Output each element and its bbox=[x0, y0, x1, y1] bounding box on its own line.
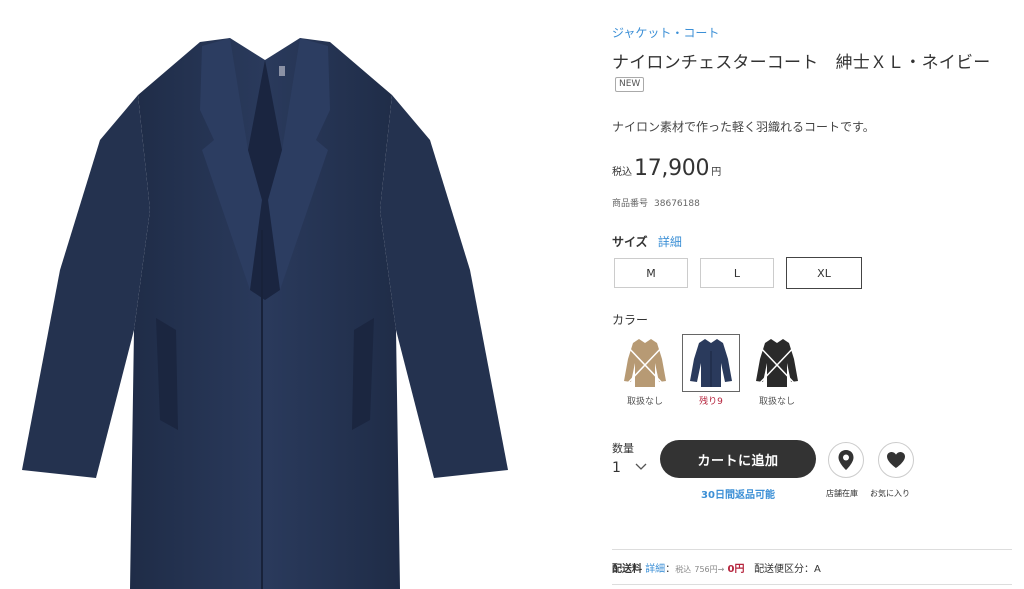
product-code-label: 商品番号 bbox=[612, 199, 649, 209]
color-option-navy[interactable]: 残り9 bbox=[682, 334, 740, 407]
swatch-frame-selected bbox=[682, 334, 740, 392]
product-image bbox=[0, 0, 540, 589]
size-option-m[interactable]: M bbox=[614, 258, 688, 288]
quantity-value: 1 bbox=[612, 460, 621, 476]
coat-thumbnail-beige bbox=[624, 339, 666, 387]
product-title: ナイロンチェスターコート 紳士ＸＬ・ネイビー bbox=[612, 53, 991, 73]
size-option-xl[interactable]: XL bbox=[786, 257, 862, 289]
favorite-button[interactable] bbox=[878, 442, 914, 478]
quantity-select[interactable]: 1 bbox=[612, 457, 652, 479]
shipping-original-price: 756円→ bbox=[694, 565, 725, 574]
product-description: ナイロン素材で作った軽く羽織れるコートです。 bbox=[612, 120, 875, 134]
color-option-beige[interactable]: 取扱なし bbox=[616, 334, 674, 407]
swatch-frame bbox=[748, 334, 806, 392]
currency-label: 円 bbox=[711, 167, 722, 178]
product-code-value: 38676188 bbox=[654, 199, 700, 209]
store-stock-label: 店舗在庫 bbox=[826, 489, 858, 498]
size-label: サイズ bbox=[612, 235, 648, 249]
coat-thumbnail-black bbox=[756, 339, 798, 387]
size-option-l[interactable]: L bbox=[700, 258, 774, 288]
product-info-panel: ジャケット・コート ナイロンチェスターコート 紳士ＸＬ・ネイビー NEW ナイロ… bbox=[612, 0, 1016, 589]
color-status-black: 取扱なし bbox=[758, 397, 795, 407]
divider bbox=[612, 549, 1012, 550]
shipping-tax-label: 税込 bbox=[675, 565, 692, 574]
favorite-label: お気に入り bbox=[870, 489, 910, 498]
product-code: 商品番号 38676188 bbox=[612, 196, 706, 209]
price: 税込 17,900 円 bbox=[612, 156, 721, 181]
shipping-detail-link[interactable]: 詳細 bbox=[645, 564, 665, 575]
shipping-separator: ： bbox=[665, 564, 676, 575]
coat-image bbox=[22, 38, 508, 589]
store-stock-button[interactable] bbox=[828, 442, 864, 478]
size-options: M L XL bbox=[614, 257, 874, 289]
divider bbox=[612, 584, 1012, 585]
shipping-label: 配送料 bbox=[612, 564, 642, 575]
category-link[interactable]: ジャケット・コート bbox=[612, 24, 719, 41]
color-options: 取扱なし 残り9 取扱なし bbox=[616, 334, 814, 407]
returns-note[interactable]: 30日間返品可能 bbox=[660, 486, 816, 501]
tax-label: 税込 bbox=[612, 167, 632, 178]
add-to-cart-button[interactable]: カートに追加 bbox=[660, 440, 816, 478]
size-detail-link[interactable]: 詳細 bbox=[658, 235, 682, 249]
new-badge: NEW bbox=[615, 77, 645, 92]
color-option-black[interactable]: 取扱なし bbox=[748, 334, 806, 407]
size-header: サイズ 詳細 bbox=[612, 233, 682, 250]
color-status-beige: 取扱なし bbox=[626, 397, 663, 407]
shipping-info: 配送料 詳細：税込 756円→ 0円 配送便区分：A bbox=[612, 560, 821, 575]
color-status-navy: 残り9 bbox=[699, 397, 723, 407]
heart-icon bbox=[887, 452, 905, 468]
shipping-class: 配送便区分：A bbox=[754, 564, 821, 575]
price-amount: 17,900 bbox=[634, 156, 710, 181]
swatch-frame bbox=[616, 334, 674, 392]
map-pin-icon bbox=[838, 450, 854, 470]
chevron-down-icon bbox=[635, 463, 647, 474]
coat-thumbnail-navy bbox=[690, 339, 732, 387]
shipping-final-price: 0円 bbox=[727, 564, 745, 575]
color-label: カラー bbox=[612, 313, 649, 327]
quantity-label: 数量 bbox=[612, 442, 634, 455]
